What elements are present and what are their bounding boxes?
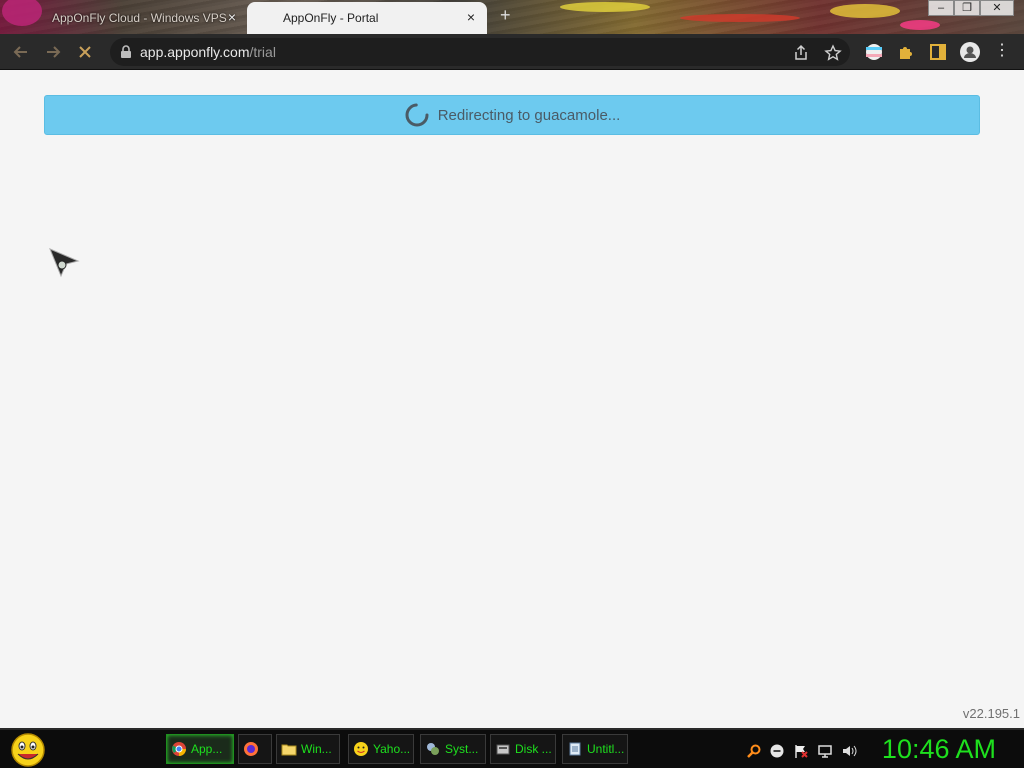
close-window-button[interactable]: ✕	[980, 0, 1014, 16]
wallpaper-splash	[680, 14, 800, 22]
system-icon	[427, 743, 439, 755]
forward-arrow-icon	[47, 46, 61, 58]
tab-inactive[interactable]: AppOnFly Cloud - Windows VPS ×	[12, 2, 248, 34]
start-button[interactable]	[6, 732, 50, 768]
taskbar-item-firefox[interactable]	[238, 734, 272, 764]
url-path: /trial	[249, 44, 276, 60]
taskbar-item-label: App...	[191, 742, 223, 756]
back-arrow-icon	[13, 46, 27, 58]
back-button[interactable]	[10, 42, 32, 62]
taskbar-item-label: Untitl...	[587, 742, 625, 756]
taskbar-item-system[interactable]: Syst...	[420, 734, 486, 764]
url-host: app.apponfly.com	[140, 44, 250, 60]
version-label: v22.195.1	[962, 706, 1020, 721]
taskbar-item-label: Win...	[301, 742, 332, 756]
extensions-puzzle-icon[interactable]	[897, 43, 915, 61]
tab-title: AppOnFly Cloud - Windows VPS	[52, 11, 227, 25]
wallpaper-splash	[900, 20, 940, 30]
stop-x-icon	[79, 46, 91, 58]
folder-icon	[281, 744, 297, 756]
messenger-status-icon[interactable]	[769, 743, 785, 759]
wallpaper-splash	[830, 4, 900, 18]
taskbar-item-label: Disk ...	[515, 742, 552, 756]
wallpaper-splash	[560, 2, 650, 12]
share-icon[interactable]	[792, 44, 810, 62]
disk-icon	[496, 744, 510, 755]
loading-spinner-icon	[405, 103, 429, 127]
clock[interactable]: 10:46 AM	[882, 734, 996, 765]
taskbar-item-label: Yaho...	[373, 742, 411, 756]
account-avatar-icon[interactable]	[960, 42, 980, 62]
tab-close-icon[interactable]: ×	[228, 10, 236, 24]
tab-strip: AppOnFly Cloud - Windows VPS × AppOnFly …	[0, 0, 1024, 34]
taskbar-item-yahoo[interactable]: Yaho...	[348, 734, 414, 764]
bookmark-star-icon[interactable]	[824, 44, 842, 62]
tab-close-icon[interactable]: ×	[467, 10, 475, 24]
taskbar-item-label: Syst...	[445, 742, 479, 756]
network-icon[interactable]	[817, 743, 833, 759]
taskbar-item-chrome[interactable]: App...	[166, 734, 234, 764]
tab-active[interactable]: AppOnFly - Portal ×	[247, 2, 487, 34]
minimize-button[interactable]: –	[928, 0, 954, 16]
new-tab-button[interactable]: +	[500, 6, 511, 24]
redirect-alert: Redirecting to guacamole...	[44, 95, 980, 135]
search-icon[interactable]	[746, 743, 762, 759]
maximize-button[interactable]: ❐	[954, 0, 980, 16]
tab-title: AppOnFly - Portal	[283, 11, 379, 25]
smiley-start-icon	[11, 733, 45, 767]
taskbar-item-windows-explorer[interactable]: Win...	[276, 734, 340, 764]
mouse-cursor-icon	[49, 248, 80, 278]
stop-loading-button[interactable]	[74, 42, 96, 62]
address-bar[interactable]: app.apponfly.com/trial	[110, 38, 850, 66]
yahoo-messenger-icon	[354, 742, 368, 756]
chrome-icon	[172, 742, 186, 756]
side-panel-icon[interactable]	[929, 43, 947, 61]
forward-button[interactable]	[42, 42, 64, 62]
lock-icon	[121, 45, 131, 58]
taskbar-item-notepad[interactable]: Untitl...	[562, 734, 628, 764]
action-center-flag-icon[interactable]	[793, 743, 809, 759]
firefox-icon	[244, 742, 258, 756]
browser-toolbar: app.apponfly.com/trial ⋮	[0, 34, 1024, 70]
page-content: Redirecting to guacamole... v22.195.1	[0, 71, 1024, 728]
notepad-icon	[569, 742, 581, 756]
profile-flag-icon[interactable]	[865, 43, 883, 61]
alert-message: Redirecting to guacamole...	[437, 106, 621, 124]
menu-kebab-icon[interactable]: ⋮	[994, 42, 1010, 60]
taskbar-item-disk[interactable]: Disk ...	[490, 734, 556, 764]
volume-icon[interactable]	[841, 743, 857, 759]
taskbar: App... Win... Yaho... Syst... Disk ... U…	[0, 728, 1024, 768]
